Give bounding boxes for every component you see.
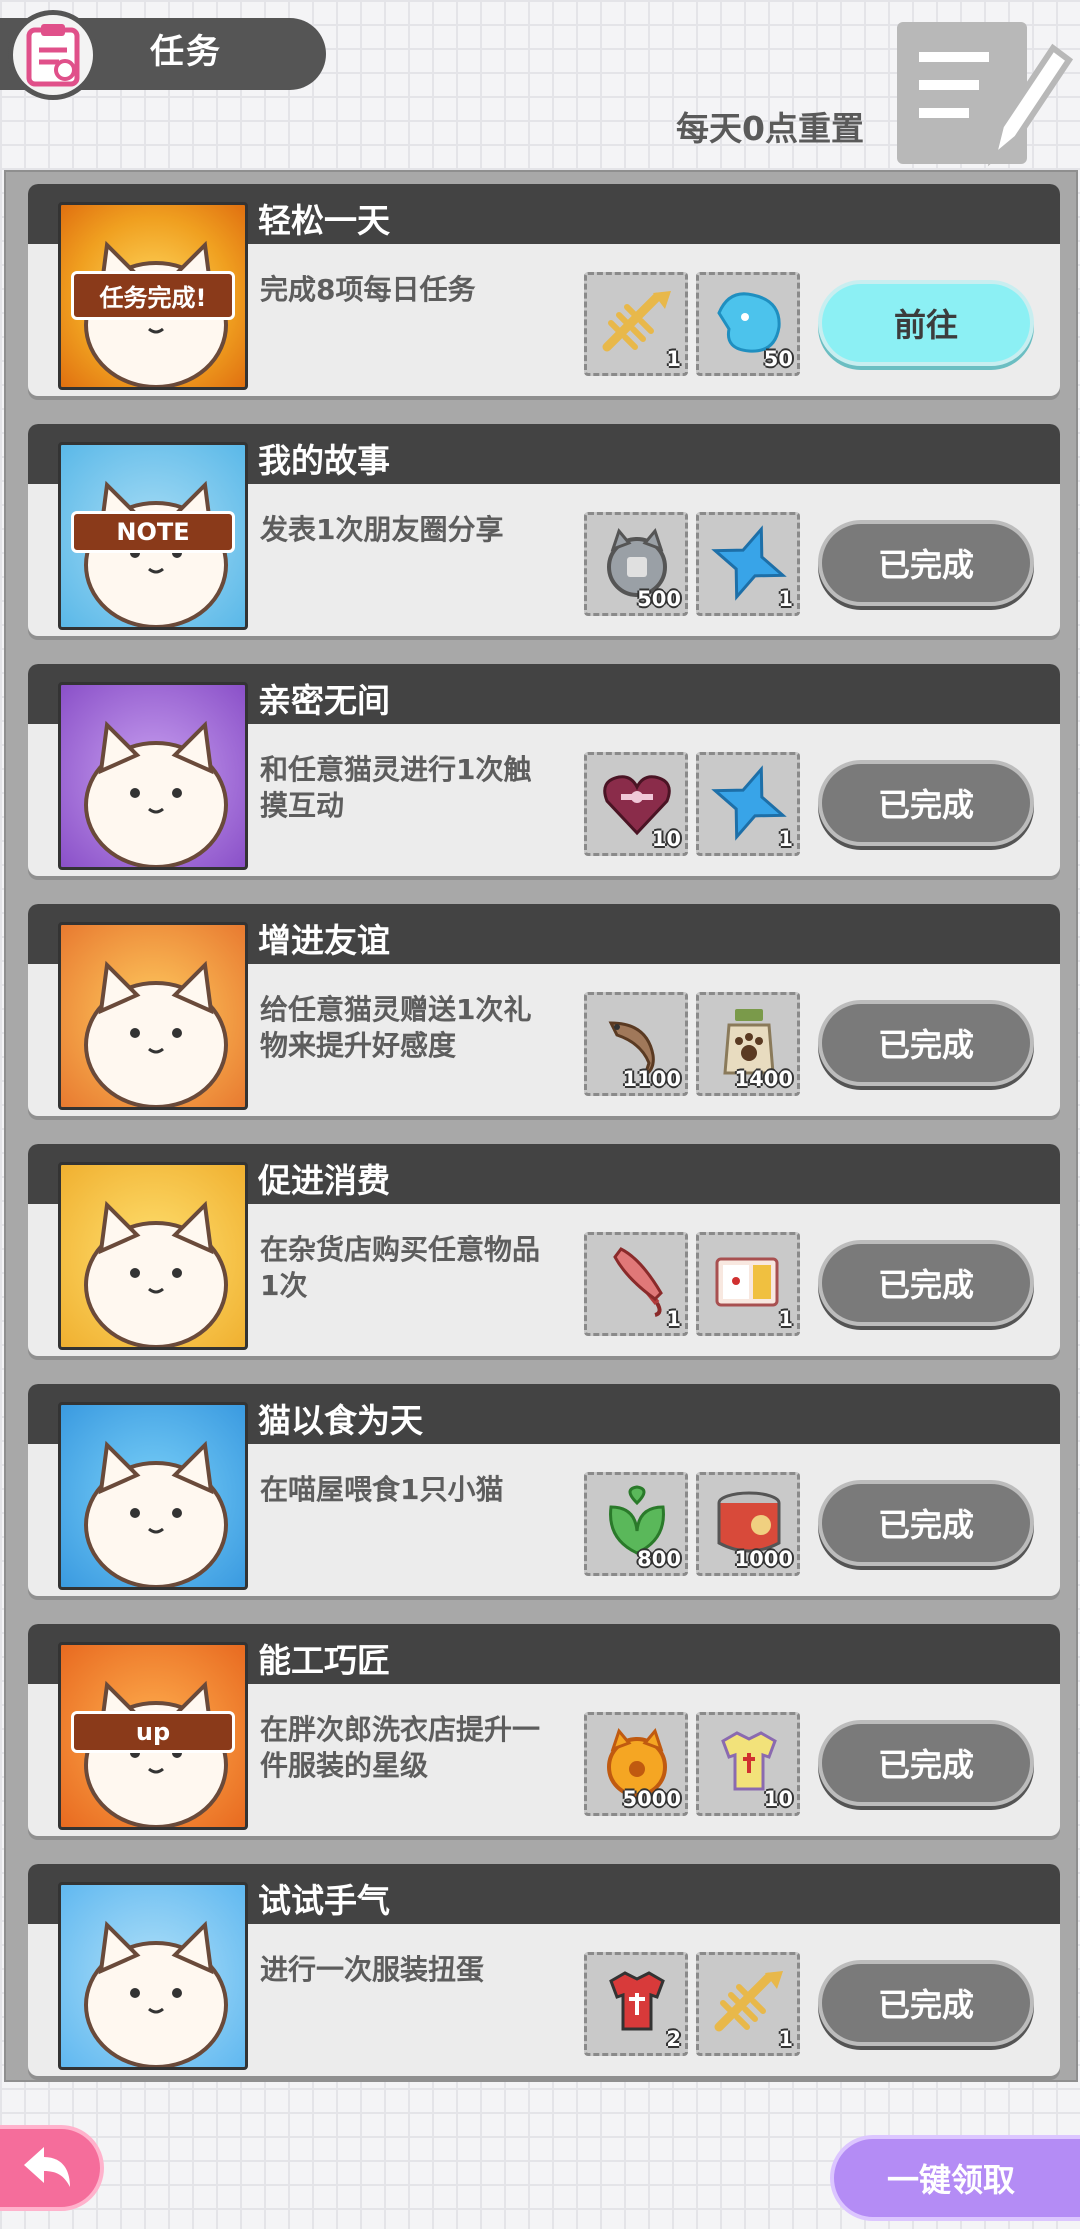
task-list-icon: [8, 10, 98, 100]
completed-button[interactable]: 已完成: [818, 1480, 1034, 1566]
task-thumbnail: up: [58, 1642, 248, 1830]
back-button[interactable]: [0, 2125, 104, 2211]
task-title: 试试手气: [258, 1881, 390, 1920]
task-description: 发表1次朋友圈分享: [260, 513, 504, 546]
thumb-label: up: [71, 1711, 235, 1753]
reward-count: 1: [778, 2027, 793, 2051]
reward-count: 1400: [734, 1067, 793, 1091]
task-thumbnail: NOTE: [58, 442, 248, 630]
task-title: 我的故事: [258, 441, 390, 480]
reward-count: 1: [666, 1307, 681, 1331]
reward-slot[interactable]: 2: [584, 1952, 688, 2056]
reward-slot[interactable]: 10: [696, 1712, 800, 1816]
reward-slot[interactable]: 1: [584, 1232, 688, 1336]
thumb-label: 任务完成!: [71, 271, 235, 320]
task-title: 亲密无间: [258, 681, 390, 720]
task-title: 猫以食为天: [258, 1401, 423, 1440]
reward-count: 10: [763, 1787, 793, 1811]
page-title: 任务: [150, 32, 222, 72]
completed-button[interactable]: 已完成: [818, 1960, 1034, 2046]
cat-illustration-icon: [84, 720, 228, 867]
cat-illustration-icon: [84, 1440, 228, 1587]
task-title: 能工巧匠: [258, 1641, 390, 1680]
reward-count: 1100: [622, 1067, 681, 1091]
task-description: 进行一次服装扭蛋: [260, 1953, 485, 1986]
task-card: 能工巧匠 up 在胖次郎洗衣店提升一件服装的星级 5000 10 已完成: [28, 1624, 1060, 1836]
completed-button[interactable]: 已完成: [818, 1240, 1034, 1326]
task-title: 轻松一天: [258, 201, 390, 240]
cat-illustration-icon: [84, 960, 228, 1107]
task-thumbnail: [58, 682, 248, 870]
reward-slot[interactable]: 1: [696, 752, 800, 856]
task-thumbnail: [58, 1402, 248, 1590]
task-description: 完成8项每日任务: [260, 273, 476, 306]
reward-count: 2: [666, 2027, 681, 2051]
task-thumbnail: [58, 922, 248, 1110]
task-description: 在杂货店购买任意物品1次: [260, 1233, 541, 1302]
completed-button[interactable]: 已完成: [818, 520, 1034, 606]
task-card: 我的故事 NOTE 发表1次朋友圈分享 500 1 已完成: [28, 424, 1060, 636]
reward-count: 50: [763, 347, 793, 371]
cat-illustration-icon: [84, 1920, 228, 2067]
reward-slot[interactable]: 1400: [696, 992, 800, 1096]
thumb-label: NOTE: [71, 511, 235, 553]
task-description: 在胖次郎洗衣店提升一件服装的星级: [260, 1713, 541, 1782]
reward-count: 1: [778, 827, 793, 851]
reward-slot[interactable]: 1: [584, 272, 688, 376]
reset-note: 每天0点重置: [676, 109, 864, 148]
reward-count: 1000: [734, 1547, 793, 1571]
task-thumbnail: [58, 1882, 248, 2070]
reward-slot[interactable]: 5000: [584, 1712, 688, 1816]
task-title: 促进消费: [258, 1161, 390, 1200]
cat-illustration-icon: [84, 1200, 228, 1347]
task-card: 促进消费 在杂货店购买任意物品1次 1 1 已完成: [28, 1144, 1060, 1356]
reward-slot[interactable]: 1: [696, 1952, 800, 2056]
reward-count: 1: [666, 347, 681, 371]
go-button[interactable]: 前往: [818, 280, 1034, 366]
task-description: 在喵屋喂食1只小猫: [260, 1473, 504, 1506]
reward-slot[interactable]: 500: [584, 512, 688, 616]
reward-slot[interactable]: 50: [696, 272, 800, 376]
reward-count: 10: [651, 827, 681, 851]
task-panel: 轻松一天 任务完成! 完成8项每日任务 1 50 前往 我的故事 NOTE 发表…: [4, 170, 1078, 2082]
reward-count: 1: [778, 1307, 793, 1331]
task-card: 轻松一天 任务完成! 完成8项每日任务 1 50 前往: [28, 184, 1060, 396]
reward-slot[interactable]: 800: [584, 1472, 688, 1576]
reward-count: 800: [637, 1547, 681, 1571]
reward-slot[interactable]: 1000: [696, 1472, 800, 1576]
task-description: 和任意猫灵进行1次触摸互动: [260, 753, 532, 822]
completed-button[interactable]: 已完成: [818, 1720, 1034, 1806]
task-title: 增进友谊: [258, 921, 390, 960]
reward-count: 1: [778, 587, 793, 611]
reward-slot[interactable]: 1100: [584, 992, 688, 1096]
notepad-pencil-icon: [893, 18, 1074, 168]
reward-count: 5000: [622, 1787, 681, 1811]
claim-all-button[interactable]: 一键领取: [830, 2135, 1080, 2221]
task-card: 亲密无间 和任意猫灵进行1次触摸互动 10 1 已完成: [28, 664, 1060, 876]
reward-count: 500: [637, 587, 681, 611]
task-thumbnail: 任务完成!: [58, 202, 248, 390]
task-thumbnail: [58, 1162, 248, 1350]
completed-button[interactable]: 已完成: [818, 1000, 1034, 1086]
reward-slot[interactable]: 10: [584, 752, 688, 856]
back-arrow-icon: [24, 2147, 70, 2187]
task-card: 试试手气 进行一次服装扭蛋 2 1 已完成: [28, 1864, 1060, 2076]
task-description: 给任意猫灵赠送1次礼物来提升好感度: [260, 993, 532, 1062]
reward-slot[interactable]: 1: [696, 1232, 800, 1336]
reward-slot[interactable]: 1: [696, 512, 800, 616]
task-card: 增进友谊 给任意猫灵赠送1次礼物来提升好感度 1100 1400 已完成: [28, 904, 1060, 1116]
task-card: 猫以食为天 在喵屋喂食1只小猫 800 1000 已完成: [28, 1384, 1060, 1596]
completed-button[interactable]: 已完成: [818, 760, 1034, 846]
